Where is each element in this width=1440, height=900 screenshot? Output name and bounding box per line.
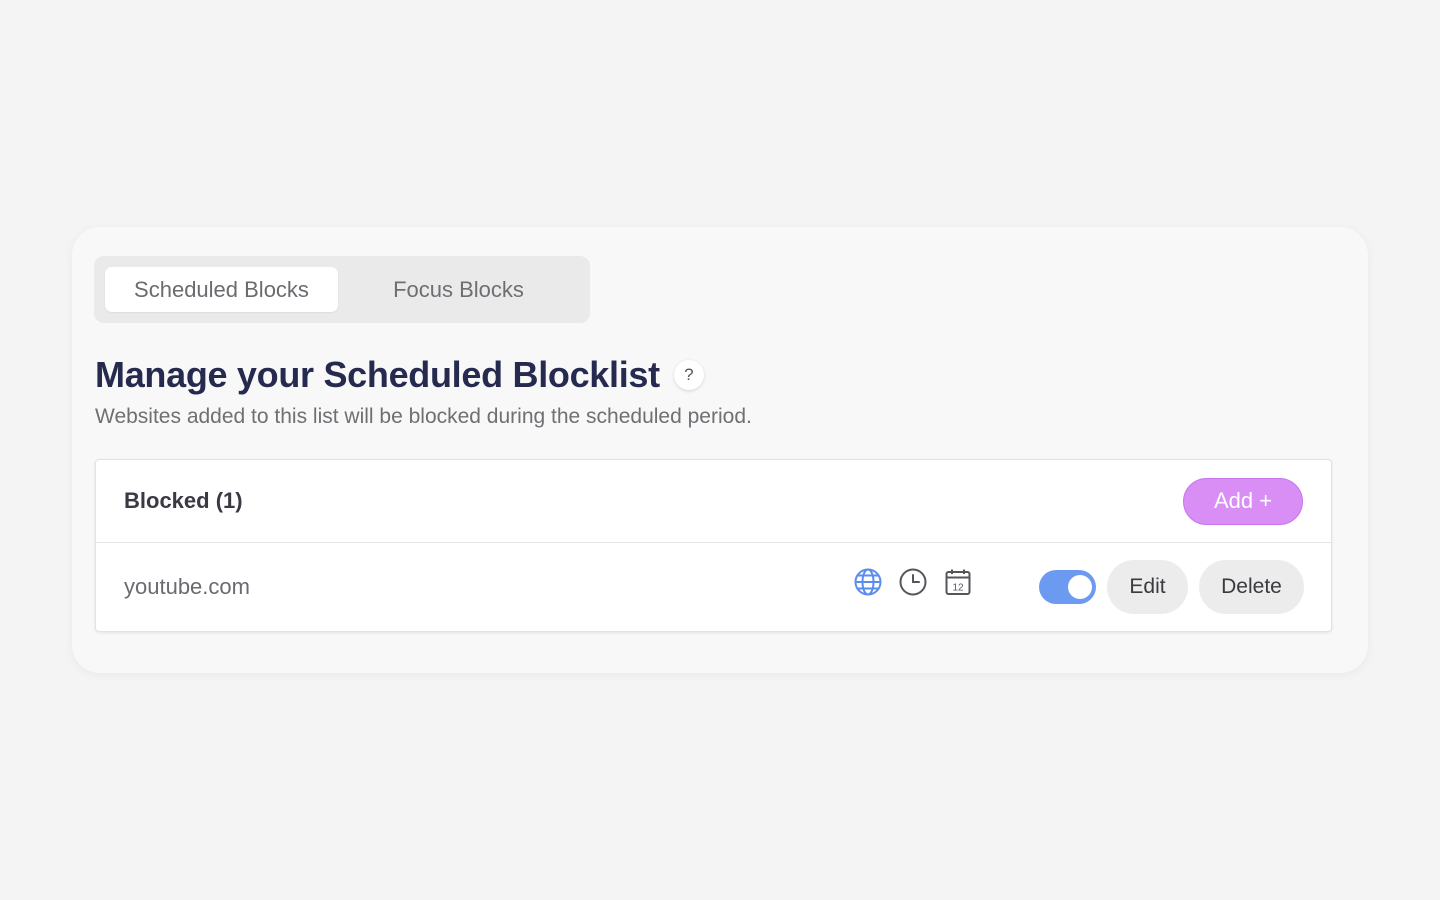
enable-toggle[interactable] — [1039, 570, 1096, 604]
site-domain: youtube.com — [124, 574, 250, 599]
blocked-list: Blocked (1) Add + youtube.com 12 Edit De… — [95, 459, 1332, 632]
globe-icon[interactable] — [853, 567, 883, 597]
blocklist-card: Scheduled Blocks Focus Blocks Manage you… — [72, 227, 1368, 673]
toggle-knob — [1068, 575, 1092, 599]
calendar-icon[interactable]: 12 — [943, 567, 973, 597]
schedule-icons: 12 — [853, 567, 973, 597]
help-icon[interactable]: ? — [673, 360, 704, 390]
tab-scheduled-blocks[interactable]: Scheduled Blocks — [105, 267, 338, 312]
blocked-count-title: Blocked (1) — [124, 488, 243, 513]
add-button[interactable]: Add + — [1183, 477, 1303, 525]
tab-focus-blocks[interactable]: Focus Blocks — [338, 267, 579, 312]
delete-button[interactable]: Delete — [1199, 560, 1304, 614]
list-item: youtube.com 12 Edit Delete — [96, 543, 1331, 631]
page-subtitle: Websites added to this list will be bloc… — [95, 405, 752, 428]
edit-button[interactable]: Edit — [1107, 560, 1188, 614]
page-title: Manage your Scheduled Blocklist — [95, 354, 660, 395]
tab-bar: Scheduled Blocks Focus Blocks — [94, 256, 590, 323]
calendar-day: 12 — [952, 583, 964, 594]
blocked-list-header: Blocked (1) Add + — [96, 460, 1331, 543]
clock-icon[interactable] — [898, 567, 928, 597]
title-row: Manage your Scheduled Blocklist ? — [95, 353, 704, 397]
